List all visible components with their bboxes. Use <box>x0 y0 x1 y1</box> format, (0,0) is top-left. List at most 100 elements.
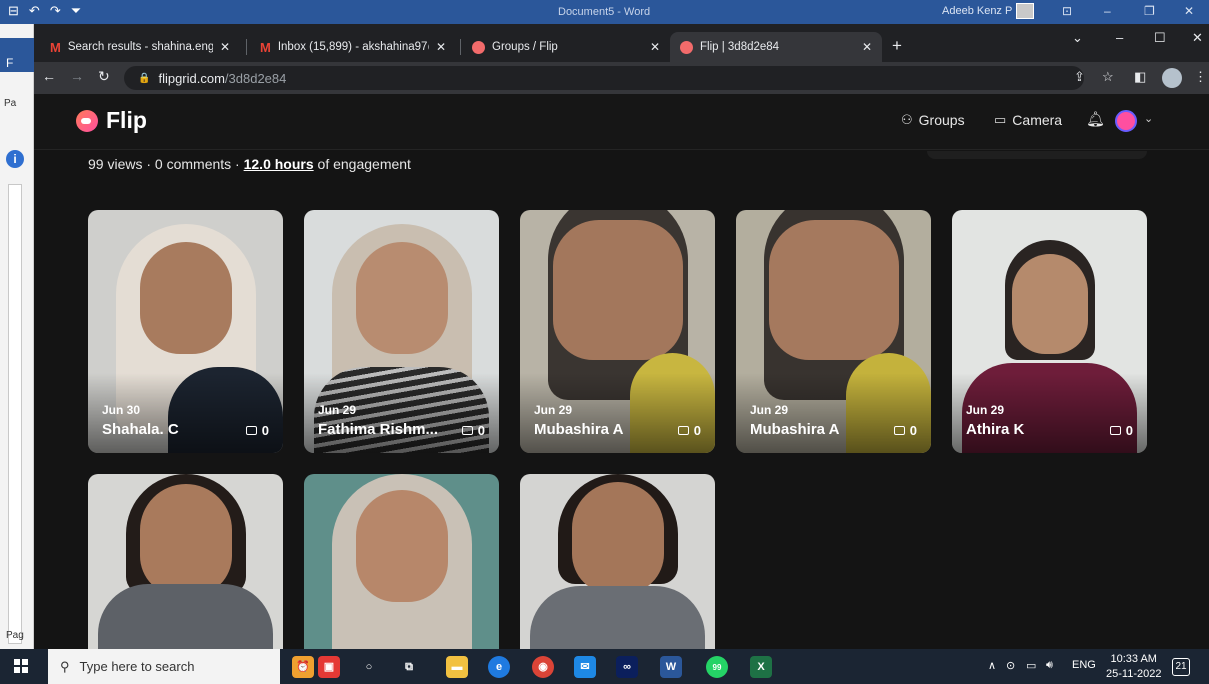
whatsapp-icon[interactable]: 99 <box>706 656 728 678</box>
lock-icon[interactable]: 🔒 <box>138 73 150 84</box>
comment-count[interactable]: 0 <box>893 423 917 438</box>
comment-count[interactable]: 0 <box>245 423 269 438</box>
video-date: Jun 29 <box>318 403 357 417</box>
search-box[interactable] <box>927 151 1147 159</box>
video-date: Jun 29 <box>750 403 789 417</box>
close-tab-icon[interactable]: ✕ <box>650 40 660 54</box>
notifications-bell-icon[interactable]: 🔔︎ <box>1086 110 1105 128</box>
nav-groups[interactable]: ⚇ Groups <box>901 112 965 128</box>
task-view-icon[interactable]: ⧉ <box>398 656 420 678</box>
word-file-tab[interactable]: F <box>0 38 34 72</box>
thumbnail-face <box>768 220 899 360</box>
whatsapp-badge: 99 <box>712 663 722 672</box>
tab-gmail-inbox[interactable]: M Inbox (15,899) - akshahina97@g ✕ <box>250 32 456 62</box>
excel-taskbar-icon[interactable]: X <box>750 656 772 678</box>
word-taskbar-icon[interactable]: W <box>660 656 682 678</box>
video-card[interactable] <box>304 474 499 649</box>
tab-gmail-search[interactable]: M Search results - shahina.english@ ✕ <box>40 32 240 62</box>
save-icon[interactable]: ⊟ <box>8 3 19 19</box>
customize-icon[interactable]: ⏷ <box>71 3 81 19</box>
cortana-icon[interactable]: ○ <box>358 656 380 678</box>
tab-groups-flip[interactable]: Groups / Flip ✕ <box>462 32 670 62</box>
word-close-icon[interactable]: ✕ <box>1184 4 1194 18</box>
video-date: Jun 30 <box>102 403 141 417</box>
chevron-down-icon[interactable]: ⌄ <box>1144 112 1153 125</box>
nav-camera-label: Camera <box>1012 112 1063 128</box>
maximize-icon[interactable]: ☐ <box>1154 30 1166 46</box>
thumbnail-face <box>571 482 664 594</box>
word-user-avatar[interactable] <box>1016 3 1034 19</box>
bookmark-star-icon[interactable]: ☆ <box>1102 69 1114 85</box>
mail-icon[interactable]: ✉ <box>574 656 596 678</box>
video-card[interactable]: Jun 29 Athira K 0 <box>952 210 1147 453</box>
profile-avatar[interactable] <box>1162 68 1182 88</box>
address-bar[interactable]: 🔒 flipgrid.com/3d8d2e84 <box>124 66 1084 90</box>
side-panel-icon[interactable]: ◧ <box>1134 69 1146 85</box>
thumbnail-face <box>139 242 232 354</box>
video-card[interactable]: Jun 30 Shahala. C 0 <box>88 210 283 453</box>
taskbar-clock[interactable]: 10:33 AM 25-11-2022 <box>1106 652 1161 682</box>
volume-icon[interactable]: 🔊︎ <box>1046 659 1053 672</box>
video-author: Shahala. C <box>102 421 179 438</box>
word-restore-icon[interactable]: ❐ <box>1144 4 1155 18</box>
ribbon-display-icon[interactable]: ⊡ <box>1062 4 1072 18</box>
new-tab-icon[interactable]: + <box>892 36 902 56</box>
gift-icon[interactable]: ▣ <box>318 656 340 678</box>
back-icon[interactable]: ← <box>42 68 56 84</box>
browser-toolbar: ← → ↻ 🔒 flipgrid.com/3d8d2e84 ⇪ ☆ ◧ ⋮ <box>34 62 1209 94</box>
video-card[interactable]: Jun 29 Fathima Rishm... 0 <box>304 210 499 453</box>
nav-camera[interactable]: ▭ Camera <box>994 112 1062 128</box>
meet-now-icon[interactable]: ⊙ <box>1006 659 1015 672</box>
comment-count[interactable]: 0 <box>677 423 701 438</box>
windows-start-icon[interactable] <box>14 659 28 673</box>
minimize-icon[interactable]: – <box>1116 30 1123 45</box>
info-icon[interactable]: i <box>6 150 24 168</box>
video-card[interactable]: Jun 29 Mubashira A 0 <box>736 210 931 453</box>
tray-chevron-up-icon[interactable]: ∧ <box>988 659 996 672</box>
undo-icon[interactable]: ↶ <box>29 3 40 19</box>
close-tab-icon[interactable]: ✕ <box>220 40 230 54</box>
file-explorer-icon[interactable]: ▬ <box>446 656 468 678</box>
chrome-taskbar-icon[interactable]: ◉ <box>532 656 554 678</box>
video-date: Jun 29 <box>534 403 573 417</box>
video-author: Mubashira A <box>750 421 840 438</box>
tab-title: Inbox (15,899) - akshahina97@g <box>277 41 429 53</box>
taskbar-search[interactable]: ⚲ Type here to search <box>48 649 280 684</box>
user-avatar[interactable] <box>1115 110 1137 132</box>
tab-title: Groups / Flip <box>492 41 558 53</box>
comment-icon <box>1109 426 1121 435</box>
flip-header: Flip ⚇ Groups ▭ Camera 🔔︎ ⌄ <box>34 94 1209 150</box>
language-indicator[interactable]: ENG <box>1072 659 1096 671</box>
forward-icon[interactable]: → <box>70 68 84 84</box>
word-pane-label: Pa <box>4 98 17 109</box>
share-icon[interactable]: ⇪ <box>1074 69 1085 85</box>
reload-icon[interactable]: ↻ <box>98 68 110 85</box>
video-author: Athira K <box>966 421 1025 438</box>
redo-icon[interactable]: ↷ <box>50 3 61 19</box>
engagement-hours-link[interactable]: 12.0 hours <box>244 156 314 172</box>
close-tab-icon[interactable]: ✕ <box>436 40 446 54</box>
edge-icon[interactable]: e <box>488 656 510 678</box>
word-title-bar: ⊟ ↶ ↷ ⏷ Document5 - Word Adeeb Kenz P ⊡ … <box>0 0 1209 24</box>
close-window-icon[interactable]: ✕ <box>1192 30 1203 46</box>
close-tab-icon[interactable]: ✕ <box>862 40 872 54</box>
webex-icon[interactable]: ∞ <box>616 656 638 678</box>
menu-kebab-icon[interactable]: ⋮ <box>1194 69 1207 85</box>
battery-icon[interactable]: ▭ <box>1026 659 1036 672</box>
search-icon: ⚲ <box>60 658 70 674</box>
comment-icon <box>245 426 257 435</box>
url-path: /3d8d2e84 <box>224 70 287 86</box>
alarm-clock-icon[interactable]: ⏰ <box>292 656 314 678</box>
clock-time: 10:33 AM <box>1110 653 1157 665</box>
video-card[interactable] <box>520 474 715 649</box>
video-card[interactable]: Jun 29 Mubashira A 0 <box>520 210 715 453</box>
thumbnail-face <box>355 242 448 354</box>
tab-flip-active[interactable]: Flip | 3d8d2e84 ✕ <box>670 32 882 62</box>
flip-logo[interactable]: Flip <box>76 107 147 134</box>
tab-search-icon[interactable]: ⌄ <box>1072 30 1083 46</box>
video-card[interactable] <box>88 474 283 649</box>
comment-count[interactable]: 0 <box>1109 423 1133 438</box>
word-minimize-icon[interactable]: – <box>1104 4 1111 18</box>
notification-center-icon[interactable]: 21 <box>1172 658 1190 676</box>
comment-count[interactable]: 0 <box>461 423 485 438</box>
